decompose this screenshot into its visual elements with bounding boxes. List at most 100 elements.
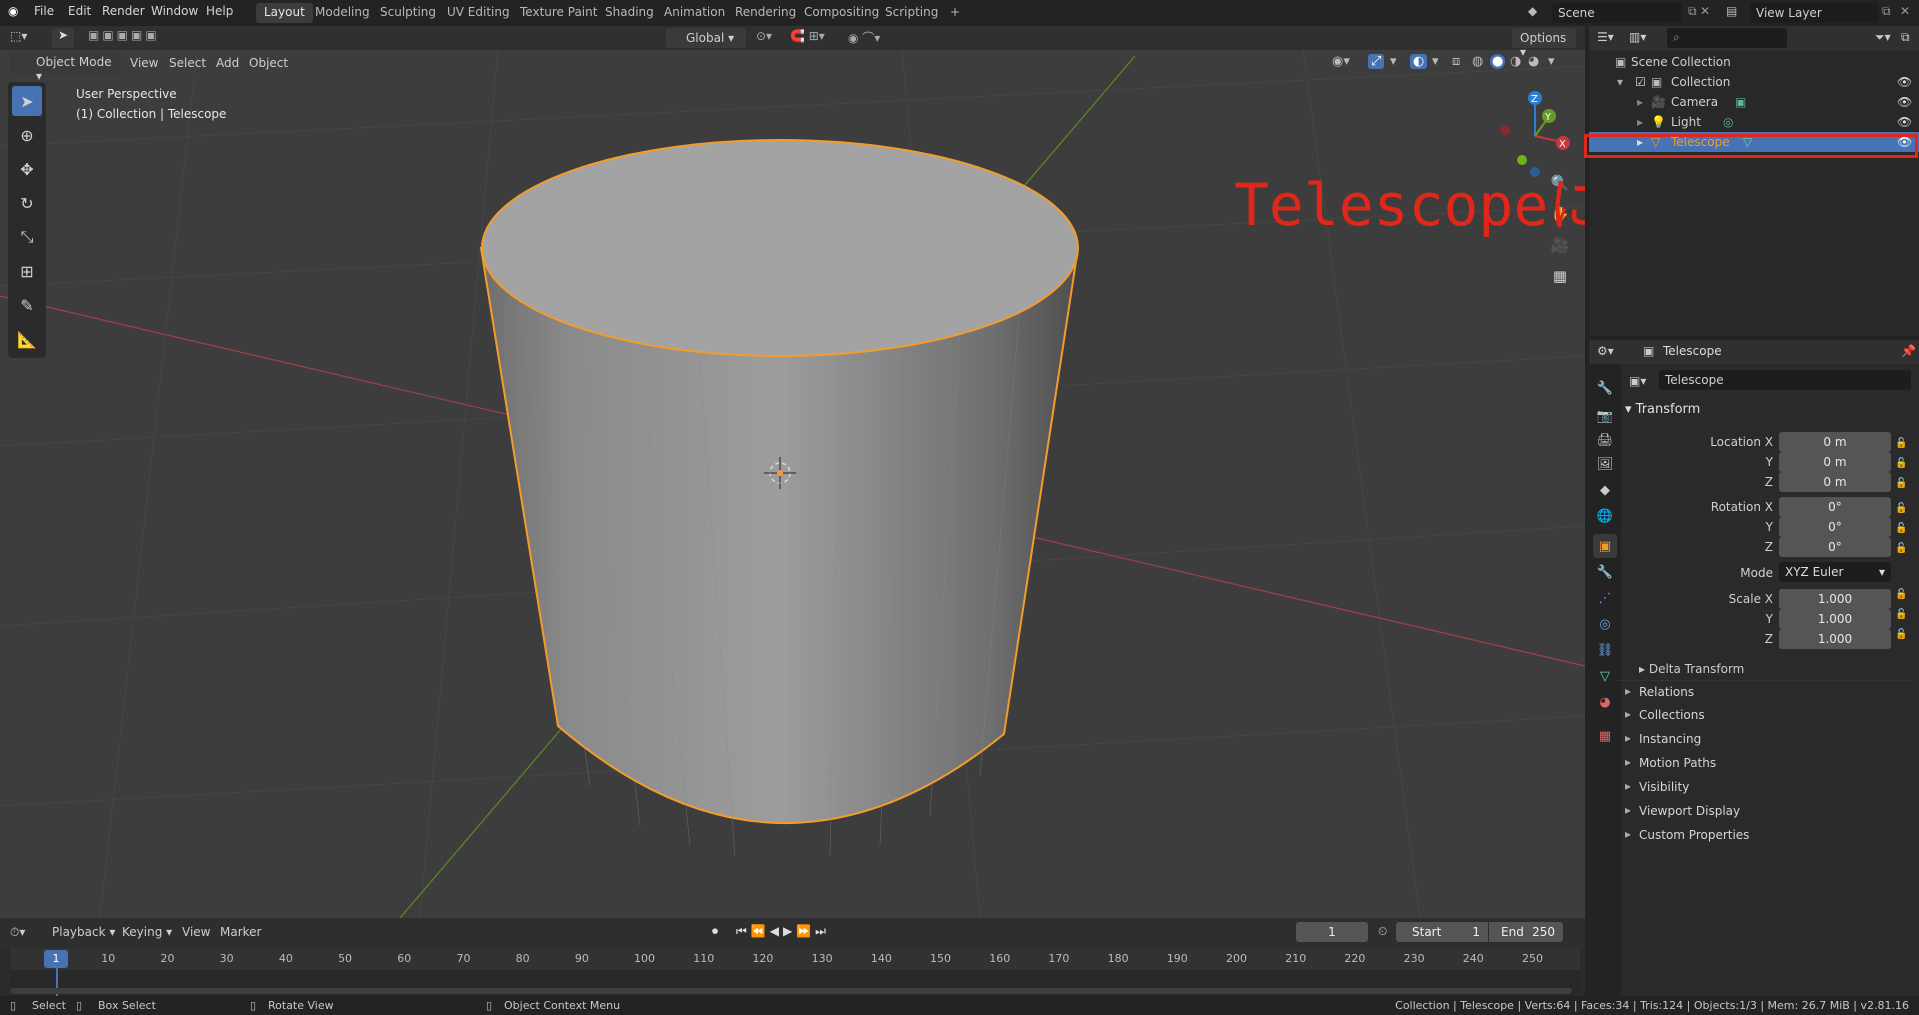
modifier-tab-icon[interactable]: 🔧: [1593, 560, 1617, 584]
outliner-row-camera[interactable]: ▸ 🎥 Camera ▣ 👁: [1589, 92, 1919, 112]
new-collection-icon[interactable]: ⧉: [1901, 30, 1910, 45]
panel-visibility[interactable]: Visibility: [1617, 776, 1915, 798]
playback-menu[interactable]: Playback ▾: [52, 925, 115, 939]
scene-tab-icon[interactable]: ◆: [1593, 478, 1617, 502]
tab-texture-paint[interactable]: Texture Paint: [512, 3, 605, 23]
view-layer-field[interactable]: View Layer: [1750, 3, 1878, 23]
move-tool-icon[interactable]: ✥: [12, 154, 42, 184]
output-tab-icon[interactable]: 🖨: [1593, 428, 1617, 452]
location-y-field[interactable]: 0 m: [1779, 452, 1891, 472]
stopwatch-icon[interactable]: ⏲: [1378, 924, 1387, 939]
scale-tool-icon[interactable]: ⤡: [12, 222, 42, 252]
panel-collections[interactable]: Collections: [1617, 704, 1915, 726]
scale-x-field[interactable]: 1.000: [1779, 589, 1891, 609]
select-box-tool-icon[interactable]: ➤: [12, 86, 42, 116]
select-mode-icons[interactable]: ▣▣▣▣▣: [88, 28, 160, 42]
xray-icon[interactable]: ⧈: [1452, 54, 1460, 69]
menu-object[interactable]: Object: [249, 56, 288, 70]
lock-icon[interactable]: 🔓: [1895, 474, 1907, 494]
outliner-row-light[interactable]: ▸ 💡 Light ◎ 👁: [1589, 112, 1919, 132]
lock-icon[interactable]: 🔓: [1895, 605, 1907, 625]
tab-rendering[interactable]: Rendering: [727, 3, 804, 23]
chevron-down-icon[interactable]: ▾: [1617, 75, 1623, 89]
menu-help[interactable]: Help: [206, 4, 233, 18]
frame-ruler[interactable]: 10 20 30 40 50 60 70 80 90 100 110 120 130 140 150 160 1…: [10, 948, 1580, 970]
pivot-icon[interactable]: ⊙▾: [756, 29, 772, 43]
rotation-mode-dropdown[interactable]: XYZ Euler ▾: [1779, 562, 1891, 582]
world-tab-icon[interactable]: 🌐: [1593, 504, 1617, 528]
scale-y-field[interactable]: 1.000: [1779, 609, 1891, 629]
transform-tool-icon[interactable]: ⊞: [12, 256, 42, 286]
editor-type-icon[interactable]: ⚙▾: [1597, 344, 1614, 358]
new-view-layer-icon[interactable]: ⧉: [1882, 4, 1891, 19]
chevron-down-icon[interactable]: ▾: [1390, 54, 1397, 69]
rendered-shading-icon[interactable]: ◕: [1528, 54, 1539, 69]
3d-viewport[interactable]: Object Mode ▾ View Select Add Object ⬚▾ …: [0, 26, 1585, 918]
snap-icon[interactable]: 🧲 ⊞▾: [790, 29, 825, 43]
checkbox-icon[interactable]: ☑: [1635, 75, 1646, 89]
menu-file[interactable]: File: [34, 4, 54, 18]
particles-tab-icon[interactable]: ⋰: [1593, 586, 1617, 610]
lock-icon[interactable]: 🔓: [1895, 519, 1907, 539]
location-x-field[interactable]: 0 m: [1779, 432, 1891, 452]
start-frame-field[interactable]: Start 1: [1396, 922, 1488, 942]
tab-scripting[interactable]: Scripting: [877, 3, 946, 23]
new-scene-icon[interactable]: ⧉: [1688, 4, 1697, 19]
view-layer-tab-icon[interactable]: 🖼: [1593, 452, 1617, 476]
menu-view[interactable]: View: [130, 56, 158, 70]
tab-modeling[interactable]: Modeling: [307, 3, 378, 23]
lock-icon[interactable]: 🔓: [1895, 625, 1907, 645]
scene-field[interactable]: Scene: [1552, 3, 1682, 23]
record-icon[interactable]: ⏺: [712, 924, 718, 939]
transform-orientation-dropdown[interactable]: Global ▾: [666, 28, 746, 48]
overlay-toggle-icon[interactable]: ◐: [1410, 54, 1428, 69]
panel-motion-paths[interactable]: Motion Paths: [1617, 752, 1915, 774]
eye-icon[interactable]: 👁: [1897, 75, 1912, 89]
texture-tab-icon[interactable]: ▦: [1593, 724, 1617, 748]
close-icon[interactable]: ✕: [1900, 4, 1910, 18]
ortho-grid-icon[interactable]: ▦: [1546, 261, 1574, 292]
material-shading-icon[interactable]: ◑: [1510, 54, 1521, 69]
data-tab-icon[interactable]: ▽: [1593, 664, 1617, 688]
lock-icon[interactable]: 🔓: [1895, 454, 1907, 474]
measure-tool-icon[interactable]: 📐: [12, 324, 42, 354]
tab-shading[interactable]: Shading: [597, 3, 662, 23]
rotation-z-field[interactable]: 0°: [1779, 537, 1891, 557]
rotate-tool-icon[interactable]: ↻: [12, 188, 42, 218]
location-z-field[interactable]: 0 m: [1779, 472, 1891, 492]
lock-icon[interactable]: 🔓: [1895, 434, 1907, 454]
object-name-field[interactable]: Telescope: [1659, 370, 1911, 390]
tool-select-icon[interactable]: ➤: [52, 28, 74, 48]
delta-transform-subpanel[interactable]: ▸ Delta Transform: [1639, 662, 1744, 676]
lock-icon[interactable]: 🔓: [1895, 539, 1907, 559]
editor-type-icon[interactable]: ⏱▾: [10, 925, 25, 940]
gizmo-toggle-icon[interactable]: ⤢: [1368, 54, 1385, 69]
scale-z-field[interactable]: 1.000: [1779, 629, 1891, 649]
outliner-row-collection[interactable]: ▾ ☑ ▣ Collection 👁: [1589, 72, 1919, 92]
menu-render[interactable]: Render: [102, 4, 145, 18]
tab-animation[interactable]: Animation: [656, 3, 733, 23]
mode-dropdown[interactable]: Object Mode ▾: [10, 52, 120, 83]
filter-icon[interactable]: ⏷▾: [1875, 30, 1891, 45]
pin-icon[interactable]: 📌: [1901, 344, 1916, 358]
eye-icon[interactable]: 👁: [1897, 95, 1912, 109]
close-icon[interactable]: ✕: [1700, 4, 1710, 18]
tab-compositing[interactable]: Compositing: [796, 3, 887, 23]
lock-icon[interactable]: 🔓: [1895, 499, 1907, 519]
playback-controls[interactable]: ⏮⏪◀▶⏩⏭: [736, 924, 830, 939]
render-tab-icon[interactable]: 📷: [1593, 404, 1617, 428]
editor-type-icon[interactable]: ☰▾: [1597, 30, 1614, 44]
constraints-tab-icon[interactable]: ⛓: [1593, 638, 1617, 662]
annotate-tool-icon[interactable]: ✎: [12, 290, 42, 320]
material-tab-icon[interactable]: ◕: [1593, 690, 1617, 714]
panel-custom-properties[interactable]: Custom Properties: [1617, 824, 1915, 846]
object-tab-icon[interactable]: ▣: [1593, 534, 1617, 558]
proportional-edit-icon[interactable]: ◉ ⌒▾: [848, 29, 880, 46]
solid-shading-icon[interactable]: ●: [1490, 54, 1506, 69]
add-workspace-button[interactable]: +: [942, 3, 968, 23]
chevron-right-icon[interactable]: ▸: [1637, 95, 1643, 109]
eye-icon[interactable]: 👁: [1897, 115, 1912, 129]
display-mode-icon[interactable]: ▥▾: [1629, 30, 1646, 44]
panel-instancing[interactable]: Instancing: [1617, 728, 1915, 750]
lock-icon[interactable]: 🔓: [1895, 585, 1907, 605]
